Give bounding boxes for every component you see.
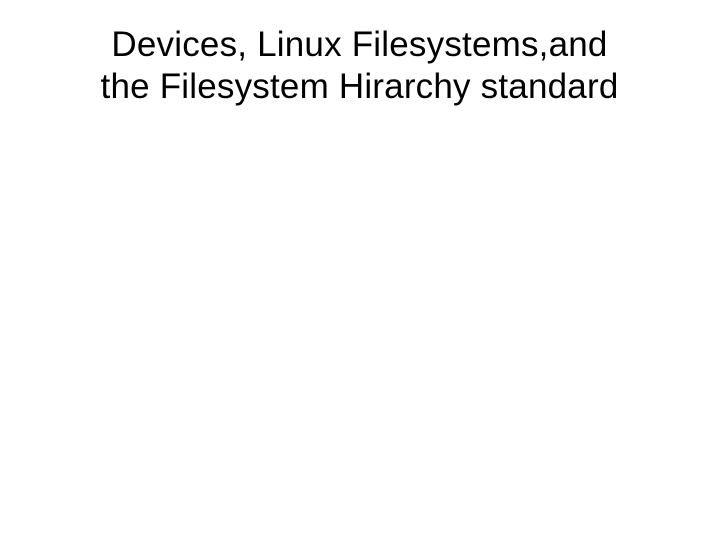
slide-title: Devices, Linux Filesystems,and the Files… xyxy=(0,24,719,108)
title-line-2: the Filesystem Hirarchy standard xyxy=(101,67,619,106)
title-line-1: Devices, Linux Filesystems,and xyxy=(111,25,607,64)
slide-container: Devices, Linux Filesystems,and the Files… xyxy=(0,0,719,539)
